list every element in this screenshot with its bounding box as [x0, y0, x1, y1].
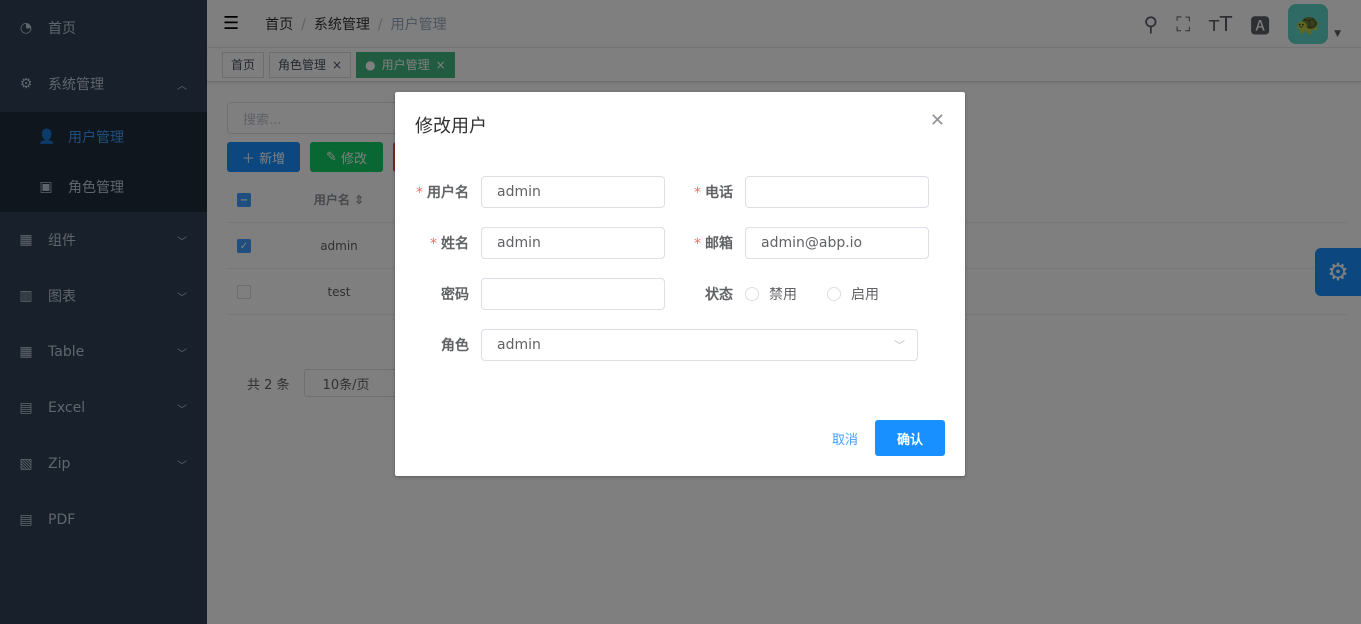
- label: 用户名: [427, 185, 469, 201]
- role-select[interactable]: admin ﹀: [481, 329, 918, 361]
- label: 状态: [705, 287, 733, 303]
- confirm-button[interactable]: 确认: [875, 420, 945, 456]
- label: 电话: [705, 185, 733, 201]
- status-radio-disabled[interactable]: 禁用: [745, 284, 797, 304]
- name-input[interactable]: admin: [481, 227, 665, 259]
- status-radio-enabled[interactable]: 启用: [827, 284, 879, 304]
- edit-user-dialog: 修改用户 ✕ * 用户名 admin * 电话 * 姓名 admin * 邮箱 admin@a…: [395, 92, 965, 476]
- label: 邮箱: [705, 236, 733, 252]
- chevron-down-icon: ﹀: [894, 339, 905, 352]
- label: 启用: [851, 287, 879, 303]
- cancel-button[interactable]: 取消: [832, 429, 858, 448]
- close-icon[interactable]: ✕: [930, 110, 945, 131]
- email-input[interactable]: admin@abp.io: [745, 227, 929, 259]
- label: 姓名: [441, 236, 469, 252]
- username-input[interactable]: admin: [481, 176, 665, 208]
- dialog-title: 修改用户: [415, 116, 487, 137]
- phone-input[interactable]: [745, 176, 929, 208]
- role-value: admin: [497, 337, 541, 353]
- label: 禁用: [769, 287, 797, 303]
- password-input[interactable]: [481, 278, 665, 310]
- label: 角色: [441, 338, 469, 354]
- label: 密码: [441, 287, 469, 303]
